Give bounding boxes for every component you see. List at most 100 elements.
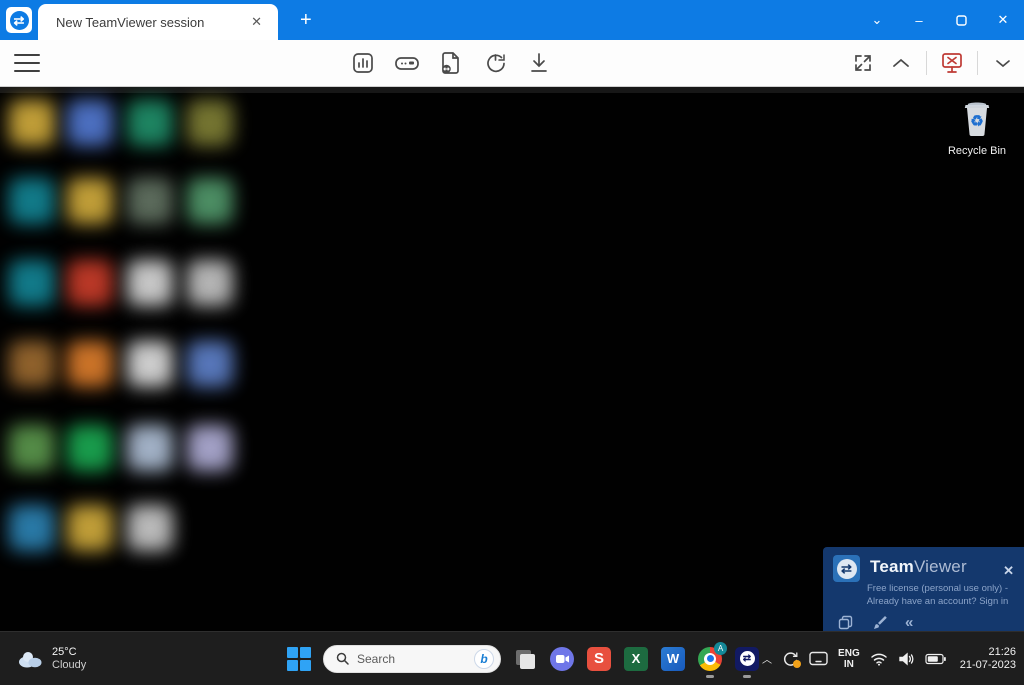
battery-icon[interactable] (925, 653, 946, 665)
teamviewer-session-panel: › ⇄ TeamViewer ✕ Free license (personal … (823, 547, 1024, 631)
tab-close-icon[interactable]: ✕ (245, 12, 268, 32)
chat-app-button[interactable] (549, 646, 575, 672)
collapse-window-icon[interactable]: ⌄ (856, 0, 898, 40)
recycle-bin-label: Recycle Bin (944, 145, 1010, 157)
blurred-icon (187, 178, 233, 224)
blurred-icon (127, 178, 173, 224)
teamviewer-app-button[interactable]: ⇄ (734, 646, 760, 672)
toolbar-right-group (850, 50, 1016, 76)
svg-text:♻: ♻ (970, 113, 983, 130)
license-text-line2[interactable]: Already have an account? Sign in (833, 596, 1014, 608)
chrome-app-button[interactable]: A (697, 646, 723, 672)
download-icon[interactable] (526, 50, 552, 76)
recycle-bin-shortcut[interactable]: ♻ Recycle Bin (944, 100, 1010, 157)
cloud-icon (16, 649, 44, 669)
blurred-icon (127, 341, 173, 387)
bing-chat-icon[interactable]: b (474, 649, 494, 669)
panel-close-icon[interactable]: ✕ (1003, 563, 1014, 579)
task-view-button[interactable] (512, 646, 538, 672)
blurred-icon (127, 505, 173, 551)
toolbar-divider (977, 51, 978, 75)
blurred-icon (67, 505, 113, 551)
blurred-icon (187, 100, 233, 146)
session-tab[interactable]: New TeamViewer session ✕ (38, 4, 278, 40)
taskbar-center-group: Search b S X W A ⇄ (286, 645, 760, 673)
search-box[interactable]: Search b (323, 645, 501, 673)
tray-date: 21-07-2023 (960, 659, 1016, 672)
blurred-icon (187, 260, 233, 306)
teamviewer-taskbar-icon: ⇄ (735, 647, 759, 671)
blurred-icon (187, 425, 233, 471)
close-window-button[interactable]: ✕ (982, 0, 1024, 40)
menu-icon[interactable] (14, 54, 40, 72)
blurred-icon (9, 100, 55, 146)
panel-header: ⇄ TeamViewer ✕ Free license (personal us… (823, 547, 1024, 631)
chrome-profile-badge: A (714, 642, 727, 655)
copy-id-icon[interactable] (838, 615, 853, 630)
fullscreen-icon[interactable] (850, 50, 876, 76)
chat-icon (550, 647, 574, 671)
connection-stats-icon[interactable] (350, 50, 376, 76)
session-toolbar (0, 40, 1024, 87)
toolbar-center-group (350, 50, 552, 76)
remote-screen-top-strip (0, 87, 1024, 93)
credentials-icon[interactable] (394, 50, 420, 76)
tray-overflow-chevron-icon[interactable]: ︿ (762, 651, 772, 666)
touchpad-icon[interactable] (809, 651, 828, 666)
session-tab-title: New TeamViewer session (56, 15, 245, 30)
blurred-icon (67, 341, 113, 387)
clock-widget[interactable]: 21:26 21-07-2023 (960, 646, 1016, 672)
teamviewer-logo-icon: ⇄ (4, 5, 34, 35)
volume-icon[interactable] (898, 652, 915, 666)
sync-status-icon[interactable] (782, 650, 799, 667)
toolbar-divider (926, 51, 927, 75)
blurred-icon (9, 505, 55, 551)
license-text-line1: Free license (personal use only) - (833, 583, 1014, 595)
blurred-icon (67, 260, 113, 306)
panel-teamviewer-logo-icon: ⇄ (833, 555, 860, 582)
blurred-icon (9, 341, 55, 387)
restart-icon[interactable] (482, 50, 508, 76)
word-app-button[interactable]: W (660, 646, 686, 672)
weather-widget[interactable]: 25°C Cloudy (16, 646, 86, 672)
search-icon (336, 652, 349, 665)
excel-icon: X (624, 647, 648, 671)
search-placeholder: Search (357, 652, 474, 666)
word-icon: W (661, 647, 685, 671)
more-options-icon[interactable] (990, 50, 1016, 76)
collapse-left-icon[interactable]: « (905, 615, 913, 630)
blurred-icon (67, 425, 113, 471)
new-session-tab-button[interactable]: + (300, 10, 312, 30)
system-tray: ︿ ENGIN 21:2 (762, 646, 1016, 672)
blurred-icon (9, 260, 55, 306)
start-button[interactable] (286, 646, 312, 672)
maximize-button[interactable] (940, 0, 982, 40)
running-indicator (743, 675, 751, 678)
blurred-icon (127, 425, 173, 471)
windows-taskbar: 25°C Cloudy Search b S X W A (0, 631, 1024, 685)
close-session-icon[interactable] (939, 50, 965, 76)
blurred-icon (187, 341, 233, 387)
panel-title: TeamViewer (870, 557, 967, 577)
app-logo-tile: ⇄ (0, 0, 38, 40)
recycle-bin-icon: ♻ (960, 100, 994, 138)
remote-desktop-view[interactable]: ♻ Recycle Bin › ⇄ TeamViewer ✕ Free lice… (0, 87, 1024, 631)
snagit-icon: S (587, 647, 611, 671)
snagit-app-button[interactable]: S (586, 646, 612, 672)
file-transfer-icon[interactable] (438, 50, 464, 76)
panel-quick-actions: « (833, 615, 1014, 630)
blurred-icon (9, 178, 55, 224)
wifi-icon[interactable] (870, 652, 888, 666)
clean-icon[interactable] (871, 615, 887, 630)
collapse-toolbar-icon[interactable] (888, 50, 914, 76)
minimize-button[interactable]: – (898, 0, 940, 40)
language-indicator[interactable]: ENGIN (838, 648, 860, 670)
weather-condition: Cloudy (52, 659, 86, 672)
blurred-icon (67, 178, 113, 224)
blurred-icon (127, 100, 173, 146)
excel-app-button[interactable]: X (623, 646, 649, 672)
weather-temperature: 25°C (52, 646, 86, 659)
blurred-icon (127, 260, 173, 306)
running-indicator (706, 675, 714, 678)
tray-time: 21:26 (988, 646, 1016, 659)
